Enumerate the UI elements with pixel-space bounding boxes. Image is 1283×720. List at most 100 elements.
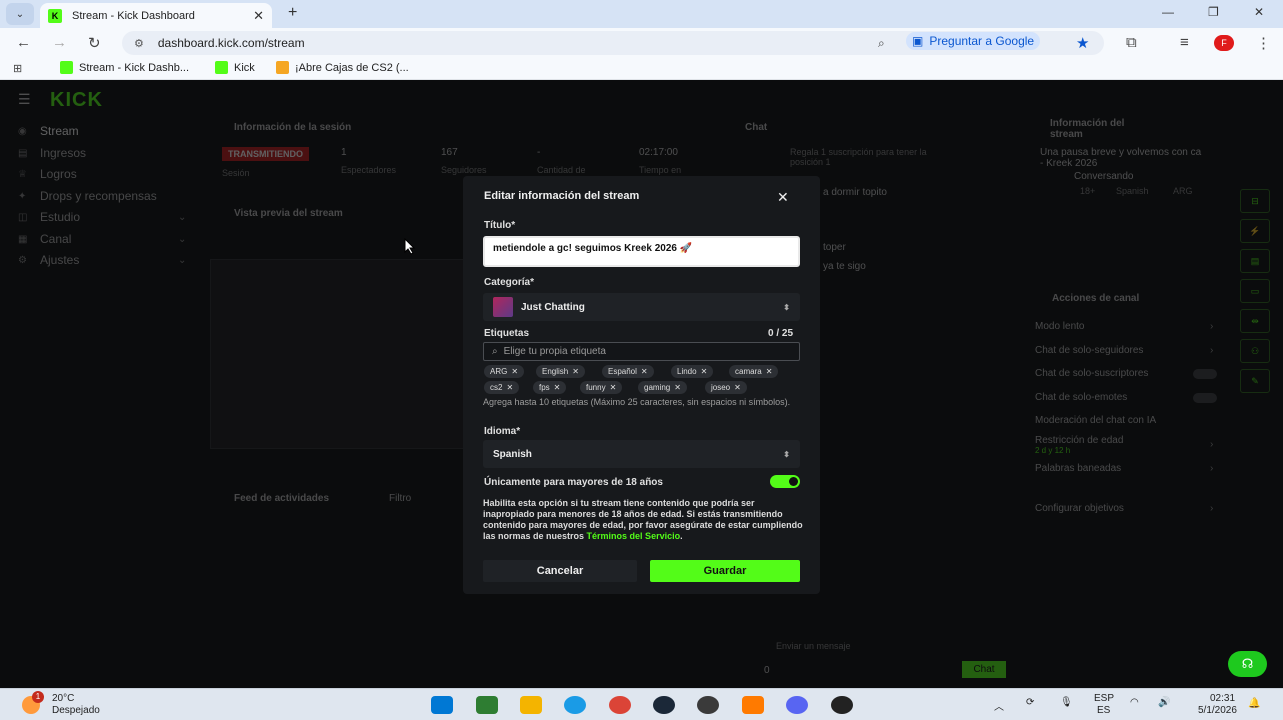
close-window-icon[interactable]: ✕ bbox=[1254, 5, 1264, 19]
terms-link[interactable]: Términos del Servicio bbox=[587, 531, 681, 541]
close-icon[interactable]: ✕ bbox=[777, 189, 789, 206]
hamburger-menu-icon[interactable]: ☰ bbox=[18, 91, 31, 108]
extensions-icon[interactable]: ⧉ bbox=[1126, 34, 1137, 51]
new-tab-icon[interactable]: + bbox=[288, 4, 297, 22]
remove-tag-icon[interactable]: ✕ bbox=[766, 367, 773, 376]
stat-label: Tiempo en bbox=[639, 165, 682, 175]
sidebar-item-stream[interactable]: ◉ Stream bbox=[18, 124, 79, 138]
chevron-right-icon: › bbox=[1210, 463, 1214, 474]
rail-button[interactable]: ⇹ bbox=[1240, 309, 1270, 333]
restore-icon[interactable]: ❐ bbox=[1208, 5, 1219, 19]
subs-only-toggle[interactable] bbox=[1193, 369, 1217, 379]
media-control-icon[interactable]: ≡ bbox=[1180, 34, 1189, 51]
action-age-restriction[interactable]: Restricción de edad bbox=[1035, 435, 1123, 446]
support-chat-button[interactable]: ☊ bbox=[1228, 651, 1267, 677]
remove-tag-icon[interactable]: ✕ bbox=[506, 383, 513, 392]
chevron-down-icon[interactable]: ⌄ bbox=[178, 212, 186, 223]
close-tab-icon[interactable]: ✕ bbox=[253, 8, 264, 24]
action-goals[interactable]: Configurar objetivos bbox=[1035, 503, 1124, 514]
zoom-icon[interactable]: ⌕ bbox=[878, 36, 885, 51]
chevron-down-icon[interactable]: ⌄ bbox=[178, 234, 186, 245]
language-select[interactable]: Spanish ⬍ bbox=[483, 440, 800, 468]
language-indicator[interactable]: ESP bbox=[1094, 693, 1114, 704]
browser-tab-active[interactable]: K Stream - Kick Dashboard ✕ bbox=[40, 3, 272, 28]
category-select[interactable]: Just Chatting ⬍ bbox=[483, 293, 800, 321]
notification-bell-icon[interactable]: 🔔 bbox=[1248, 698, 1260, 709]
remove-tag-icon[interactable]: ✕ bbox=[701, 367, 708, 376]
remove-tag-icon[interactable]: ✕ bbox=[641, 367, 648, 376]
sidebar-item-canal[interactable]: ▦ Canal bbox=[18, 232, 71, 246]
tag-chip: cs2 ✕ bbox=[484, 381, 520, 394]
chrome-icon[interactable] bbox=[609, 696, 631, 714]
back-icon[interactable]: ← bbox=[16, 34, 31, 51]
windows-taskbar: 1 20°C Despejado ︿ ⟳ 🎙 ESP ES ◠ 🔊 02:31 … bbox=[0, 688, 1283, 720]
volume-icon[interactable]: 🔊 bbox=[1158, 697, 1170, 708]
action-followers-only[interactable]: Chat de solo-seguidores bbox=[1035, 345, 1143, 356]
app-icon[interactable] bbox=[697, 696, 719, 714]
remove-tag-icon[interactable]: ✕ bbox=[734, 383, 741, 392]
microphone-icon[interactable]: 🎙 bbox=[1060, 697, 1073, 708]
emotes-only-toggle[interactable] bbox=[1193, 393, 1217, 403]
reload-icon[interactable]: ↻ bbox=[88, 34, 101, 52]
clock-time[interactable]: 02:31 bbox=[1210, 693, 1235, 704]
steam-icon[interactable] bbox=[653, 696, 675, 714]
minimize-icon[interactable]: — bbox=[1162, 5, 1174, 19]
bookmark-item[interactable]: Stream - Kick Dashb... bbox=[60, 61, 189, 74]
rail-button[interactable]: ▭ bbox=[1240, 279, 1270, 303]
save-button[interactable]: Guardar bbox=[650, 560, 800, 582]
forward-icon[interactable]: → bbox=[52, 34, 67, 51]
chat-input[interactable]: Enviar un mensaje bbox=[776, 641, 851, 651]
file-explorer-icon[interactable] bbox=[520, 696, 542, 714]
live-badge: TRANSMITIENDO bbox=[222, 147, 309, 161]
bookmark-star-icon[interactable]: ★ bbox=[1076, 34, 1089, 52]
chevron-right-icon: › bbox=[1210, 503, 1214, 514]
show-hidden-icons[interactable]: ︿ bbox=[994, 698, 1004, 713]
rail-button[interactable]: ▤ bbox=[1240, 249, 1270, 273]
remove-tag-icon[interactable]: ✕ bbox=[674, 383, 681, 392]
wifi-icon[interactable]: ◠ bbox=[1130, 697, 1139, 708]
browser-menu-icon[interactable]: ⋮ bbox=[1256, 34, 1271, 52]
remove-tag-icon[interactable]: ✕ bbox=[572, 367, 579, 376]
remove-tag-icon[interactable]: ✕ bbox=[511, 367, 518, 376]
sidebar-item-estudio[interactable]: ◫ Estudio bbox=[18, 210, 80, 224]
bookmark-label: Stream - Kick Dashb... bbox=[79, 61, 190, 74]
apps-grid-icon[interactable]: ⊞ bbox=[13, 62, 22, 75]
profile-avatar[interactable]: F bbox=[1214, 35, 1234, 51]
sync-icon[interactable]: ⟳ bbox=[1026, 697, 1034, 708]
action-banned-words[interactable]: Palabras baneadas bbox=[1035, 463, 1121, 474]
bookmark-item[interactable]: Kick bbox=[215, 61, 255, 74]
tag-search-input[interactable]: ⌕ Elige tu propia etiqueta bbox=[483, 342, 800, 361]
rail-button[interactable]: ⚇ bbox=[1240, 339, 1270, 363]
chat-send-button[interactable]: Chat bbox=[962, 661, 1006, 678]
adult-content-toggle[interactable] bbox=[770, 475, 800, 488]
bookmark-item[interactable]: ¡Abre Cajas de CS2 (... bbox=[276, 61, 409, 74]
start-menu-icon[interactable] bbox=[431, 696, 453, 714]
action-slow-mode[interactable]: Modo lento bbox=[1035, 321, 1084, 332]
site-info-icon[interactable]: ⚙ bbox=[134, 37, 144, 50]
action-ai-moderation[interactable]: Moderación del chat con IA bbox=[1035, 415, 1156, 426]
clock-date[interactable]: 5/1/2026 bbox=[1198, 705, 1237, 716]
cancel-button[interactable]: Cancelar bbox=[483, 560, 637, 582]
rail-button[interactable]: ⊟ bbox=[1240, 189, 1270, 213]
chat-message: toper bbox=[823, 242, 846, 253]
stream-preview[interactable] bbox=[210, 259, 465, 449]
rail-button[interactable]: ⚡ bbox=[1240, 219, 1270, 243]
edge-icon[interactable] bbox=[564, 696, 586, 714]
obs-icon[interactable] bbox=[831, 696, 853, 714]
sidebar-item-logros[interactable]: ♕ Logros bbox=[18, 167, 77, 181]
discord-icon[interactable] bbox=[786, 696, 808, 714]
tab-search-button[interactable]: ⌄ bbox=[6, 3, 34, 25]
remove-tag-icon[interactable]: ✕ bbox=[610, 383, 617, 392]
sidebar-item-ajustes[interactable]: ⚙ Ajustes bbox=[18, 253, 79, 267]
sidebar-item-ingresos[interactable]: ▤ Ingresos bbox=[18, 146, 86, 160]
sidebar-label: Ajustes bbox=[40, 253, 80, 267]
ask-google-button[interactable]: ▣ Preguntar a Google bbox=[906, 32, 1041, 50]
sidebar-item-drops[interactable]: ✦ Drops y recompensas bbox=[18, 189, 157, 203]
rail-button[interactable]: ✎ bbox=[1240, 369, 1270, 393]
app-icon[interactable] bbox=[742, 696, 764, 714]
app-icon[interactable] bbox=[476, 696, 498, 714]
remove-tag-icon[interactable]: ✕ bbox=[554, 383, 561, 392]
chevron-down-icon[interactable]: ⌄ bbox=[178, 255, 186, 266]
stream-title-input[interactable]: metiendole a gc! seguimos Kreek 2026 🚀 bbox=[483, 236, 800, 267]
activity-filter-button[interactable]: Filtro bbox=[389, 493, 411, 504]
